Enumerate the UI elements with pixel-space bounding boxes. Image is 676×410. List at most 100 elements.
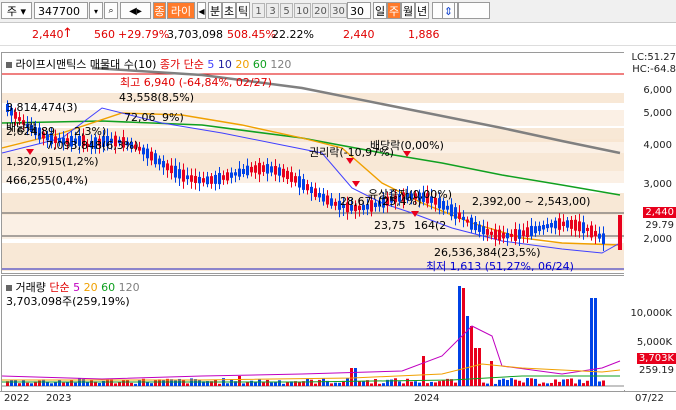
interval-30[interactable]: 30 bbox=[330, 3, 347, 18]
candle bbox=[334, 201, 337, 206]
volume-bar bbox=[218, 383, 221, 386]
second-button[interactable]: 초 bbox=[222, 2, 236, 19]
volume-bar bbox=[14, 379, 17, 386]
minute-button[interactable]: 분 bbox=[208, 2, 222, 19]
interval-3[interactable]: 3 bbox=[266, 3, 279, 18]
code-dropdown-button[interactable]: ▾ bbox=[89, 2, 103, 19]
volume-bar bbox=[162, 379, 165, 386]
volume-bar bbox=[266, 379, 269, 386]
month-button[interactable]: 월 bbox=[401, 2, 415, 19]
candle bbox=[594, 230, 597, 237]
price-type-button[interactable]: 종 bbox=[153, 2, 166, 19]
vma20-line bbox=[2, 363, 621, 381]
stock-code-input[interactable]: 347700 bbox=[34, 2, 88, 19]
volume-bar bbox=[30, 383, 33, 386]
rai-button[interactable]: 라이 bbox=[167, 2, 195, 19]
volume-bar bbox=[486, 383, 489, 386]
day-button[interactable]: 일 bbox=[373, 2, 387, 19]
candle bbox=[330, 198, 333, 206]
volume-bar bbox=[590, 298, 593, 386]
volume-bar bbox=[122, 380, 125, 386]
vol-tick-10000k: 10,000K bbox=[630, 308, 672, 319]
x-tick-date: 07/22 bbox=[635, 393, 664, 404]
volume-bar bbox=[462, 288, 465, 386]
sound-icon[interactable]: ◀▸ bbox=[120, 2, 151, 19]
open-price: 2,440 bbox=[343, 28, 375, 41]
candle bbox=[602, 233, 605, 245]
candle bbox=[526, 227, 529, 238]
price-chart-panel: 라이프시맨틱스 매물대 수(10) 종가 단순 5 10 20 60 120 최… bbox=[1, 52, 625, 274]
candle bbox=[298, 176, 301, 188]
candle bbox=[502, 232, 505, 239]
volume-bar bbox=[182, 379, 185, 386]
volume-bar bbox=[566, 379, 569, 386]
quantity-input[interactable] bbox=[458, 2, 490, 19]
volume-bar bbox=[370, 383, 373, 386]
x-axis: 2022 2023 2024 07/22 bbox=[0, 391, 676, 410]
week-button[interactable]: 주 bbox=[387, 2, 401, 19]
year-button[interactable]: 년 bbox=[415, 2, 429, 19]
volume-bar bbox=[310, 379, 313, 386]
volume-bar bbox=[398, 381, 401, 386]
volume-bar bbox=[278, 380, 281, 386]
volume-bar bbox=[114, 383, 117, 386]
candle bbox=[506, 233, 509, 239]
interval-1[interactable]: 1 bbox=[252, 3, 265, 18]
interval-select[interactable]: 30 ▾ bbox=[347, 2, 371, 35]
updown-arrow-icon[interactable]: ⇕ bbox=[442, 2, 455, 19]
volume-bar bbox=[318, 379, 321, 386]
vp-label-17: 23,75 bbox=[374, 219, 406, 232]
volume-bar bbox=[482, 382, 485, 386]
ma60-label: 60 bbox=[252, 58, 267, 71]
candle bbox=[178, 169, 181, 179]
high-annotation: 최고 6,940 (-64,84%, 02/27) bbox=[120, 76, 272, 89]
candle bbox=[218, 172, 221, 185]
volume-bar bbox=[214, 379, 217, 386]
rights-label: 권리락(-10,97%) bbox=[309, 146, 394, 159]
vp-range-label: 2,392,00 ~ 2,543,00) bbox=[472, 195, 591, 208]
interval-20[interactable]: 20 bbox=[312, 3, 329, 18]
up-arrow-icon: ↑ bbox=[62, 26, 73, 41]
volume-bar bbox=[314, 383, 317, 386]
interval-5[interactable]: 5 bbox=[280, 3, 293, 18]
vma5-line bbox=[2, 325, 621, 380]
candle bbox=[318, 193, 321, 198]
volume-bar bbox=[262, 382, 265, 386]
candle bbox=[514, 229, 517, 241]
volume-bar bbox=[226, 383, 229, 386]
volume-bar bbox=[246, 382, 249, 386]
x-tick-2022: 2022 bbox=[4, 393, 30, 404]
left-arrow-icon[interactable]: ◀ bbox=[197, 2, 206, 19]
interval-10[interactable]: 10 bbox=[294, 3, 311, 18]
volume-bar bbox=[350, 368, 353, 386]
candle bbox=[474, 222, 477, 231]
volume-bar bbox=[298, 382, 301, 386]
last-volume-pct: 259.19 bbox=[639, 365, 674, 376]
volume-bar bbox=[330, 383, 333, 386]
volume-bar bbox=[474, 348, 477, 386]
volume-bar bbox=[522, 382, 525, 386]
price-change: 560 bbox=[94, 28, 115, 41]
market-select[interactable]: 주 ▾ bbox=[1, 2, 32, 19]
volume-bar bbox=[322, 378, 325, 386]
candle bbox=[494, 229, 497, 240]
candle bbox=[454, 207, 457, 219]
panel-marker-icon bbox=[6, 62, 12, 68]
vp-label-8: 7,093,848(6,3%) bbox=[46, 139, 139, 152]
volume-value-label: 3,703,098주(259,19%) bbox=[6, 295, 130, 308]
candle bbox=[578, 221, 581, 232]
candle bbox=[510, 233, 513, 237]
volume-bar bbox=[270, 382, 273, 386]
candle bbox=[586, 227, 589, 231]
vp-label-14: 28,67 bbox=[340, 195, 372, 208]
volume-bar bbox=[98, 382, 101, 386]
volume-bar bbox=[470, 326, 473, 386]
candle bbox=[238, 168, 241, 177]
volume-bar bbox=[338, 382, 341, 386]
tick-button[interactable]: 틱 bbox=[236, 2, 250, 19]
x-tick-2024: 2024 bbox=[414, 393, 440, 404]
volume-bar bbox=[26, 382, 29, 386]
candle bbox=[374, 202, 377, 208]
candle bbox=[234, 172, 237, 176]
search-icon[interactable]: ⌕ bbox=[104, 2, 118, 19]
